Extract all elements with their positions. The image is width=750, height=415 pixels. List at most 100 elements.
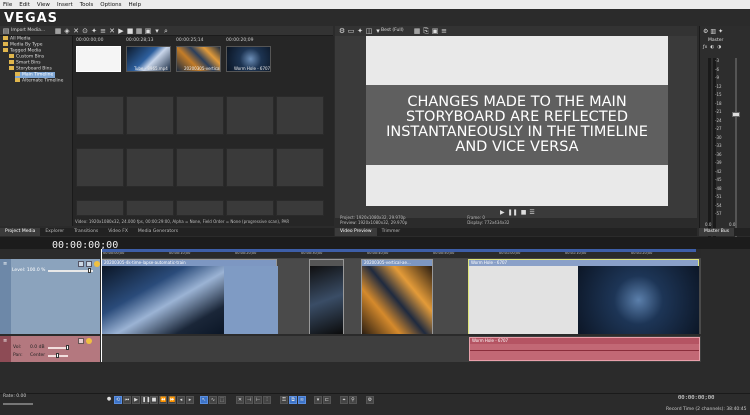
trim-end-button[interactable]: ⊢ <box>254 396 262 404</box>
settings-button[interactable]: ⚙ <box>366 396 374 404</box>
delete-button[interactable]: ✕ <box>236 396 244 404</box>
tab-explorer[interactable]: Explorer <box>40 228 69 236</box>
prev-frame-button[interactable]: ◂ <box>177 396 185 404</box>
settings-icon[interactable]: ⚙ <box>338 27 346 35</box>
play-from-start-button[interactable]: ⏮ <box>123 396 131 404</box>
tab-media-generators[interactable]: Media Generators <box>133 228 183 236</box>
empty-slot[interactable] <box>276 96 324 135</box>
overlays-icon[interactable]: ▦ <box>413 27 421 35</box>
get-media-icon[interactable]: ◈ <box>63 27 71 35</box>
menu-icon[interactable]: ≡ <box>440 27 448 35</box>
level-slider-knob[interactable] <box>88 268 91 273</box>
views-dropdown-icon[interactable]: ▾ <box>153 27 161 35</box>
play-icon[interactable]: ▶ <box>117 27 125 35</box>
save-snapshot-icon[interactable]: ▣ <box>431 27 439 35</box>
external-monitor-icon[interactable]: ▭ <box>347 27 355 35</box>
grid-view-icon[interactable]: ▦ <box>135 27 143 35</box>
fx-icon[interactable] <box>78 338 84 344</box>
vol-slider-track[interactable] <box>48 347 68 349</box>
media-thumb[interactable]: 00:00:25;14 20200305-vertical-aerial-vie… <box>176 38 221 76</box>
split-screen-icon[interactable]: ◫ <box>365 27 373 35</box>
solo-icon[interactable]: ◑ <box>717 45 721 50</box>
close-icon[interactable]: ✕ <box>108 27 116 35</box>
tab-transitions[interactable]: Transitions <box>69 228 103 236</box>
media-thumb[interactable]: 00:00:28;13 Tube - 8965.mp4 <box>126 38 171 76</box>
pan-slider-knob[interactable] <box>56 353 59 358</box>
empty-slot[interactable] <box>226 148 274 187</box>
tab-master-bus[interactable]: Master Bus <box>699 228 735 236</box>
lock-envelopes-button[interactable]: ⚿ <box>280 396 288 404</box>
empty-slot[interactable] <box>76 96 124 135</box>
video-clip-train[interactable]: 20200305-4k-time-lapse-automatic-train <box>101 259 278 334</box>
list-icon[interactable]: ≡ <box>99 27 107 35</box>
pause-button[interactable]: ❚❚ <box>141 396 150 404</box>
pause-icon[interactable]: ❚❚ <box>508 209 518 216</box>
mute-icon[interactable] <box>94 261 100 267</box>
fx-icon[interactable] <box>86 261 92 267</box>
fx-icon[interactable]: ✦ <box>356 27 364 35</box>
split-button[interactable]: ⫶ <box>263 396 271 404</box>
stop-icon[interactable]: ■ <box>126 27 134 35</box>
settings-icon[interactable]: ⚙ <box>703 28 708 36</box>
fx-icon[interactable]: ✦ <box>718 28 723 36</box>
cursor-timecode[interactable]: 00:00:00;00 <box>678 395 714 401</box>
menu-tools[interactable]: Tools <box>80 2 94 8</box>
master-fader[interactable] <box>732 112 740 117</box>
normal-edit-tool-button[interactable]: ↖ <box>200 396 208 404</box>
marker-button[interactable]: ▾ <box>314 396 322 404</box>
search-icon[interactable]: ⌕ <box>162 27 170 35</box>
loop-region-bar[interactable] <box>101 249 696 252</box>
mixer-icon[interactable]: ▥ <box>710 28 716 36</box>
go-to-start-button[interactable]: ⏪ <box>159 396 167 404</box>
menu-options[interactable]: Options <box>100 2 121 8</box>
record-icon[interactable]: ● <box>105 396 113 404</box>
vol-slider-knob[interactable] <box>66 345 69 350</box>
menu-help[interactable]: Help <box>129 2 142 8</box>
copy-snapshot-icon[interactable]: ⎘ <box>422 27 430 35</box>
go-to-end-button[interactable]: ⏩ <box>168 396 176 404</box>
bypass-fx-icon[interactable] <box>78 261 84 267</box>
snap-button[interactable]: ⌖ <box>340 396 348 404</box>
ignore-grouping-button[interactable]: ⧉ <box>289 396 297 404</box>
empty-slot[interactable] <box>176 148 224 187</box>
mute-icon[interactable]: ◐ <box>710 45 714 50</box>
tree-item-alternate-timeline[interactable]: Alternate Timeline <box>15 78 63 84</box>
menu-file[interactable]: File <box>3 2 12 8</box>
folder-icon[interactable]: ▤ <box>2 27 10 35</box>
zoom-button[interactable]: ⚲ <box>349 396 357 404</box>
empty-slot[interactable] <box>176 200 224 216</box>
empty-slot[interactable] <box>76 200 124 216</box>
level-slider-track[interactable] <box>48 270 93 272</box>
menu-view[interactable]: View <box>37 2 50 8</box>
menu-icon[interactable]: ☰ <box>529 209 534 216</box>
menu-insert[interactable]: Insert <box>57 2 73 8</box>
tab-trimmer[interactable]: Trimmer <box>377 228 406 236</box>
video-clip-dark[interactable] <box>309 259 344 334</box>
selection-tool-button[interactable]: ⬚ <box>218 396 226 404</box>
empty-slot[interactable] <box>126 200 174 216</box>
auto-ripple-button[interactable]: ≋ <box>298 396 306 404</box>
menu-icon[interactable]: ≡ <box>3 261 7 267</box>
play-button[interactable]: ▶ <box>132 396 140 404</box>
tab-project-media[interactable]: Project Media <box>0 228 41 236</box>
envelope-tool-button[interactable]: ∿ <box>209 396 217 404</box>
loop-playback-button[interactable]: ⟲ <box>114 396 122 404</box>
empty-slot[interactable] <box>76 148 124 187</box>
menu-icon[interactable]: ≡ <box>3 338 7 344</box>
empty-slot[interactable] <box>276 200 324 216</box>
mute-icon[interactable] <box>86 338 92 344</box>
rate-slider[interactable] <box>3 403 33 405</box>
empty-slot[interactable] <box>126 96 174 135</box>
fx-icon[interactable]: ƒx <box>703 45 707 50</box>
tab-video-fx[interactable]: Video FX <box>103 228 133 236</box>
empty-slot[interactable] <box>126 148 174 187</box>
video-clip-wormhole[interactable]: Worm Hole - 6707 <box>468 259 699 334</box>
play-icon[interactable]: ▶ <box>500 209 505 216</box>
fx-icon[interactable]: ✦ <box>90 27 98 35</box>
empty-slot[interactable] <box>176 96 224 135</box>
remove-icon[interactable]: ✕ <box>72 27 80 35</box>
playhead[interactable] <box>101 249 102 362</box>
empty-slot[interactable] <box>226 200 274 216</box>
media-thumb[interactable]: 00:00:20;09 Worm Hole - 6707.mp4 <box>226 38 271 76</box>
media-thumb[interactable]: 00:00:00;00 <box>76 38 121 76</box>
